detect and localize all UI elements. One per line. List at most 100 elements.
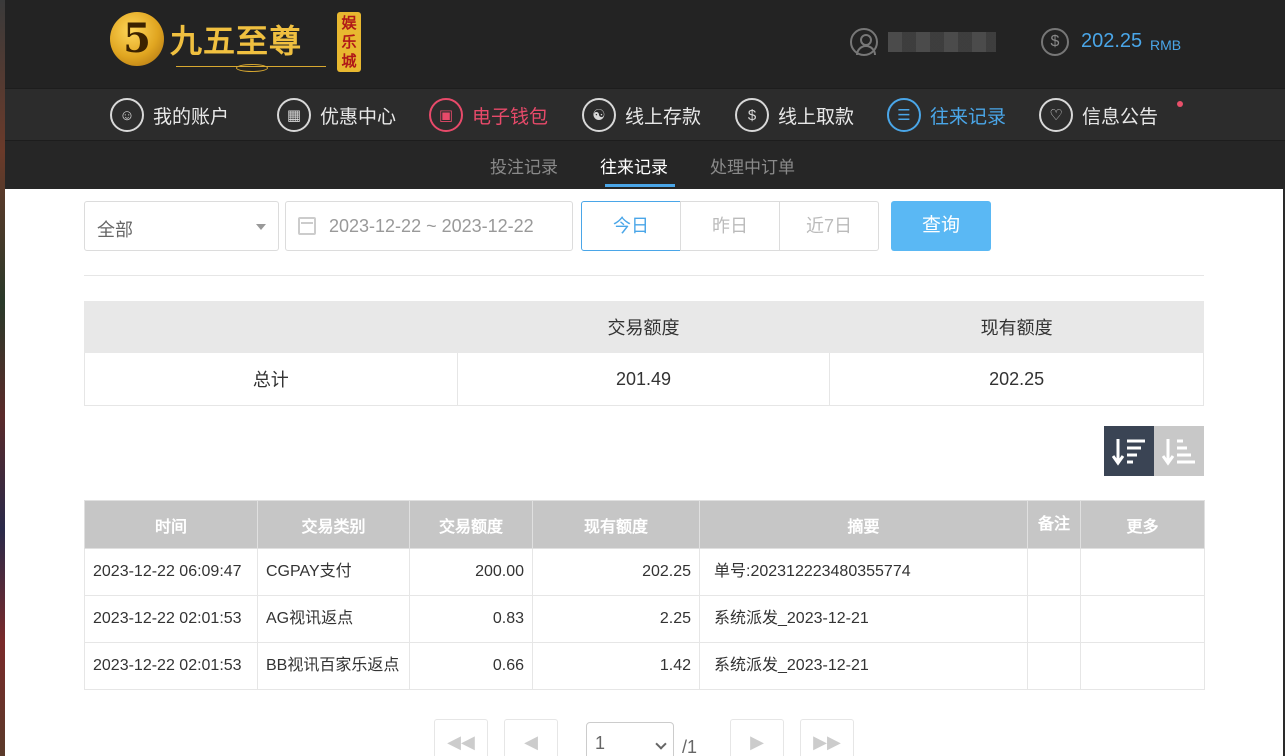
nav-label: 线上取款 bbox=[778, 106, 855, 128]
summary-cell: 202.25 bbox=[829, 352, 1204, 406]
summary-header: 现有额度 bbox=[829, 301, 1204, 353]
sort-ascending-button[interactable] bbox=[1154, 426, 1204, 476]
summary-table: 交易额度 现有额度 总计 201.49 202.25 bbox=[84, 301, 1204, 406]
wallet-icon: ▣ bbox=[429, 98, 463, 132]
cell-type: BB视讯百家乐返点 bbox=[257, 642, 410, 690]
column-header-type: 交易类别 bbox=[257, 500, 410, 549]
tab-bet-records[interactable]: 投注记录 bbox=[490, 153, 558, 178]
last-page-button[interactable]: ▶▶ bbox=[800, 719, 854, 756]
column-header-balance: 现有额度 bbox=[532, 500, 700, 549]
cell-time: 2023-12-22 02:01:53 bbox=[84, 595, 258, 643]
cell-summary: 单号:202312223480355774 bbox=[699, 548, 1028, 596]
cell-type: CGPAY支付 bbox=[257, 548, 410, 596]
nav-online-deposit[interactable]: ☯ 线上存款 bbox=[582, 97, 701, 133]
logo-emblem: 5 bbox=[110, 12, 164, 66]
sort-descending-button[interactable] bbox=[1104, 426, 1154, 476]
column-header-remark: 备注 bbox=[1027, 500, 1081, 549]
calendar-icon bbox=[298, 217, 316, 235]
range-today-button[interactable]: 今日 bbox=[581, 201, 681, 251]
main-nav: ☺ 我的账户 ▦ 优惠中心 ▣ 电子钱包 ☯ 线上存款 $ 线上取款 ☰ 往来记… bbox=[5, 88, 1285, 141]
nav-label: 电子钱包 bbox=[472, 106, 549, 128]
user-icon: ☺ bbox=[110, 98, 144, 132]
nav-label: 线上存款 bbox=[625, 106, 702, 128]
range-yesterday-button[interactable]: 昨日 bbox=[680, 201, 780, 251]
records-table: 时间 交易类别 交易额度 现有额度 摘要 备注 更多 2023-12-22 06… bbox=[84, 500, 1205, 690]
cell-remark bbox=[1027, 595, 1081, 643]
column-header-amount: 交易额度 bbox=[409, 500, 533, 549]
page-select[interactable]: 1 bbox=[586, 722, 674, 756]
active-tab-underline bbox=[605, 184, 675, 187]
table-row: 2023-12-22 02:01:53 BB视讯百家乐返点 0.66 1.42 … bbox=[84, 642, 1205, 690]
query-button[interactable]: 查询 bbox=[891, 201, 991, 251]
top-header: 5 九五至尊 娱乐城 $ 202.25 RMB bbox=[5, 0, 1285, 88]
caret-down-icon bbox=[256, 224, 266, 230]
nav-label: 优惠中心 bbox=[320, 106, 397, 128]
page-total: /1 bbox=[682, 737, 698, 756]
cell-summary: 系统派发_2023-12-21 bbox=[699, 595, 1028, 643]
type-select[interactable]: 全部 bbox=[84, 201, 279, 251]
nav-e-wallet[interactable]: ▣ 电子钱包 bbox=[429, 97, 548, 133]
table-row: 2023-12-22 06:09:47 CGPAY支付 200.00 202.2… bbox=[84, 548, 1205, 596]
cell-remark bbox=[1027, 642, 1081, 690]
nav-label: 我的账户 bbox=[153, 106, 230, 128]
bell-icon: ♡ bbox=[1039, 98, 1073, 132]
column-header-summary: 摘要 bbox=[699, 500, 1028, 549]
cell-balance: 1.42 bbox=[532, 642, 700, 690]
user-avatar-icon bbox=[850, 28, 878, 56]
range-7days-button[interactable]: 近7日 bbox=[779, 201, 879, 251]
sort-asc-icon bbox=[1162, 439, 1195, 466]
records-header-row: 时间 交易类别 交易额度 现有额度 摘要 备注 更多 bbox=[84, 500, 1205, 549]
cell-more[interactable] bbox=[1080, 642, 1205, 690]
sort-desc-icon bbox=[1112, 439, 1145, 466]
cell-more[interactable] bbox=[1080, 595, 1205, 643]
nav-promotions[interactable]: ▦ 优惠中心 bbox=[277, 97, 396, 133]
logo-flourish bbox=[176, 64, 326, 72]
nav-online-withdraw[interactable]: $ 线上取款 bbox=[735, 97, 854, 133]
chevron-down-icon bbox=[655, 738, 667, 750]
column-header-more: 更多 bbox=[1080, 500, 1205, 549]
records-panel: 全部 2023-12-22 ~ 2023-12-22 今日 昨日 近7日 查询 … bbox=[5, 189, 1283, 756]
cell-amount: 0.83 bbox=[409, 595, 533, 643]
cell-more[interactable] bbox=[1080, 548, 1205, 596]
nav-transaction-records[interactable]: ☰ 往来记录 bbox=[887, 97, 1006, 133]
cell-balance: 202.25 bbox=[532, 548, 700, 596]
nav-my-account[interactable]: ☺ 我的账户 bbox=[110, 97, 229, 133]
username-redacted bbox=[888, 32, 996, 52]
nav-label: 往来记录 bbox=[930, 106, 1007, 128]
table-row: 2023-12-22 02:01:53 AG视讯返点 0.83 2.25 系统派… bbox=[84, 595, 1205, 643]
logo-name: 九五至尊 bbox=[170, 22, 303, 60]
page-select-value: 1 bbox=[595, 733, 606, 753]
dollar-coin-icon: $ bbox=[1041, 28, 1069, 56]
tab-pending-orders[interactable]: 处理中订单 bbox=[710, 153, 795, 178]
summary-header-row: 交易额度 现有额度 bbox=[84, 301, 1204, 353]
cell-amount: 0.66 bbox=[409, 642, 533, 690]
cell-time: 2023-12-22 06:09:47 bbox=[84, 548, 258, 596]
divider bbox=[84, 275, 1204, 276]
cell-type: AG视讯返点 bbox=[257, 595, 410, 643]
cell-balance: 2.25 bbox=[532, 595, 700, 643]
logo-badge: 娱乐城 bbox=[337, 12, 361, 72]
next-page-button[interactable]: ▶ bbox=[730, 719, 784, 756]
cell-remark bbox=[1027, 548, 1081, 596]
balance-unit: RMB bbox=[1150, 37, 1182, 53]
prev-page-button[interactable]: ◀ bbox=[504, 719, 558, 756]
nav-announcements[interactable]: ♡ 信息公告 bbox=[1039, 97, 1158, 133]
summary-row: 总计 201.49 202.25 bbox=[84, 352, 1204, 406]
nav-label: 信息公告 bbox=[1082, 106, 1159, 128]
cell-amount: 200.00 bbox=[409, 548, 533, 596]
summary-header bbox=[84, 301, 458, 353]
summary-cell: 总计 bbox=[84, 352, 458, 406]
summary-cell: 201.49 bbox=[456, 352, 831, 406]
column-header-time: 时间 bbox=[84, 500, 258, 549]
site-logo[interactable]: 5 九五至尊 娱乐城 bbox=[110, 8, 370, 78]
type-select-value: 全部 bbox=[97, 220, 133, 240]
records-icon: ☰ bbox=[887, 98, 921, 132]
cell-summary: 系统派发_2023-12-21 bbox=[699, 642, 1028, 690]
balance-value: 202.25 bbox=[1081, 30, 1143, 52]
notification-dot bbox=[1177, 101, 1183, 107]
date-range-value: 2023-12-22 ~ 2023-12-22 bbox=[329, 216, 534, 236]
first-page-button[interactable]: ◀◀ bbox=[434, 719, 488, 756]
tab-transaction-records[interactable]: 往来记录 bbox=[600, 153, 668, 178]
date-range-input[interactable]: 2023-12-22 ~ 2023-12-22 bbox=[285, 201, 573, 251]
summary-header: 交易额度 bbox=[456, 301, 831, 353]
